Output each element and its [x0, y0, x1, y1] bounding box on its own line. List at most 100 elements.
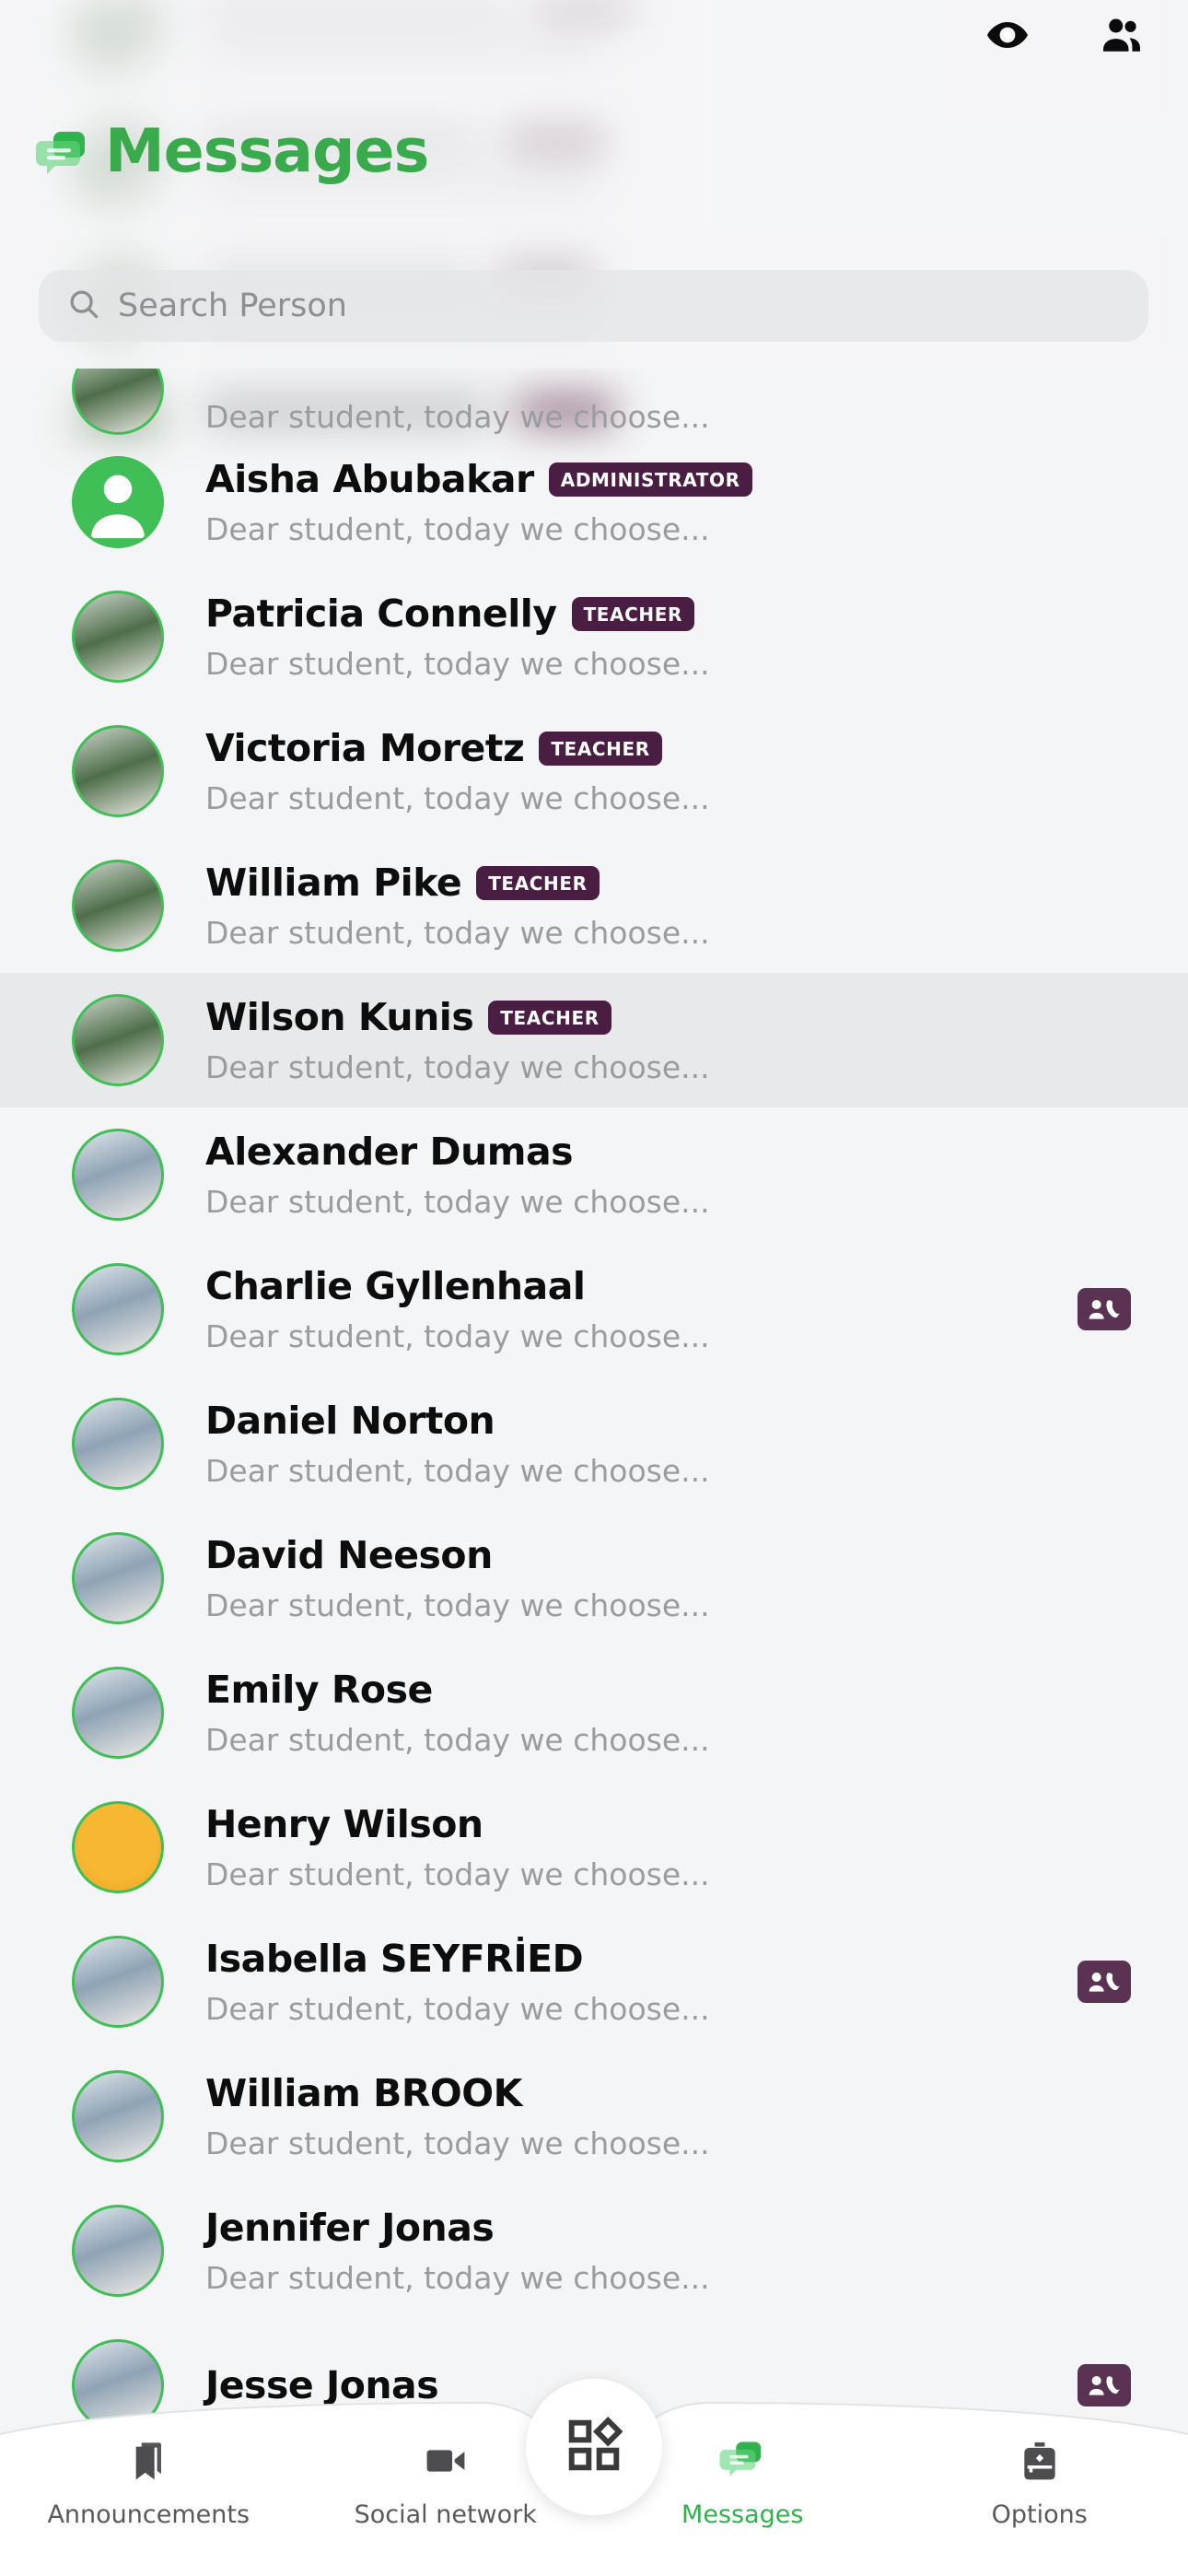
contact-name: Wilson Kunis	[205, 995, 474, 1039]
name-line: William BROOK	[205, 2071, 1188, 2115]
avatar	[72, 591, 164, 683]
conversation-text: Aisha Abubakar ADMINISTRATOR Dear student,…	[205, 457, 1188, 547]
conversation-row[interactable]: Emily Rose Dear student, today we choose.…	[0, 1645, 1188, 1780]
name-line: Patricia Connelly TEACHER	[205, 591, 1188, 636]
avatar	[72, 369, 164, 435]
message-preview: Dear student, today we choose...	[205, 1856, 710, 1892]
role-badge: TEACHER	[539, 731, 662, 766]
contact-name: Alexander Dumas	[205, 1130, 574, 1174]
name-line: Aisha Abubakar ADMINISTRATOR	[205, 457, 1188, 501]
conversation-row[interactable]: Isabella SEYFRİED Dear student, today we …	[0, 1914, 1188, 2049]
conversation-row[interactable]: Charlie Gyllenhaal Dear student, today we…	[0, 1242, 1188, 1376]
page-title-text: Messages	[105, 117, 429, 186]
messages-screen: Dear student, today we choose... Aisha Ab…	[0, 0, 1188, 2576]
backpack-icon	[1017, 2432, 1063, 2484]
nav-label-options: Options	[991, 2500, 1088, 2529]
role-badge: TEACHER	[488, 1000, 611, 1035]
name-line: Charlie Gyllenhaal	[205, 1264, 1188, 1308]
message-preview: Dear student, today we choose...	[205, 2260, 710, 2296]
video-camera-icon	[423, 2432, 469, 2484]
message-preview: Dear student, today we choose...	[205, 915, 710, 951]
search-icon	[66, 287, 101, 326]
conversation-list[interactable]: Dear student, today we choose... Aisha Ab…	[0, 369, 1188, 2431]
nav-label-social-network: Social network	[354, 2500, 537, 2529]
conversation-text: Henry Wilson Dear student, today we choos…	[205, 1802, 1188, 1892]
message-preview: Dear student, today we choose...	[205, 1318, 710, 1354]
conversation-text: Jennifer Jonas Dear student, today we cho…	[205, 2206, 1188, 2296]
message-preview: Dear student, today we choose...	[205, 646, 710, 682]
message-preview: Dear student, today we choose...	[205, 1991, 710, 2027]
contact-name: Jennifer Jonas	[205, 2206, 495, 2250]
avatar	[72, 1801, 164, 1893]
avatar	[72, 1263, 164, 1355]
conversation-text: Dear student, today we choose...	[205, 389, 1188, 435]
contact-name: Patricia Connelly	[205, 591, 557, 636]
conversation-text: Emily Rose Dear student, today we choose.…	[205, 1668, 1188, 1758]
contact-name: Emily Rose	[205, 1668, 433, 1712]
contact-name: Victoria Moretz	[205, 726, 525, 770]
nav-item-announcements[interactable]: Announcements	[0, 2432, 297, 2529]
conversation-row[interactable]: Henry Wilson Dear student, today we choos…	[0, 1780, 1188, 1914]
conversation-row[interactable]: William Pike TEACHER Dear student, today w…	[0, 838, 1188, 973]
conversation-text: Charlie Gyllenhaal Dear student, today we…	[205, 1264, 1188, 1354]
conversation-text: Daniel Norton Dear student, today we choo…	[205, 1399, 1188, 1489]
conversation-row[interactable]: William BROOK Dear student, today we choo…	[0, 2049, 1188, 2184]
name-line: Isabella SEYFRİED	[205, 1937, 1188, 1981]
contact-name: Aisha Abubakar	[205, 457, 534, 501]
apps-grid-icon	[565, 2416, 623, 2478]
conversation-row[interactable]: Aisha Abubakar ADMINISTRATOR Dear student,…	[0, 435, 1188, 569]
conversation-row[interactable]: Patricia Connelly TEACHER Dear student, to…	[0, 569, 1188, 704]
bookmark-icon	[125, 2432, 171, 2484]
conversation-row[interactable]: Daniel Norton Dear student, today we choo…	[0, 1376, 1188, 1511]
conversation-text: Patricia Connelly TEACHER Dear student, to…	[205, 591, 1188, 682]
conversation-text: Victoria Moretz TEACHER Dear student, toda…	[205, 726, 1188, 816]
header-actions	[980, 7, 1149, 63]
avatar	[72, 2070, 164, 2162]
contact-card-icon[interactable]	[1077, 1288, 1131, 1330]
name-line: Wilson Kunis TEACHER	[205, 995, 1188, 1039]
contact-name: Henry Wilson	[205, 1802, 483, 1846]
people-group-icon[interactable]	[1094, 7, 1149, 63]
chat-bubbles-icon	[717, 2432, 767, 2484]
conversation-text: Alexander Dumas Dear student, today we ch…	[205, 1130, 1188, 1220]
avatar	[72, 725, 164, 817]
message-preview: Dear student, today we choose...	[205, 1453, 710, 1489]
page-header: Messages Search Person	[0, 0, 1188, 369]
name-line: Henry Wilson	[205, 1802, 1188, 1846]
conversation-row[interactable]: Jennifer Jonas Dear student, today we cho…	[0, 2184, 1188, 2318]
avatar	[72, 1398, 164, 1490]
name-line: William Pike TEACHER	[205, 861, 1188, 905]
message-preview: Dear student, today we choose...	[205, 1587, 710, 1623]
chat-bubbles-icon	[33, 123, 92, 181]
message-preview: Dear student, today we choose...	[205, 1049, 710, 1085]
avatar	[72, 456, 164, 548]
conversation-text: William BROOK Dear student, today we choo…	[205, 2071, 1188, 2161]
conversation-row[interactable]: Victoria Moretz TEACHER Dear student, toda…	[0, 704, 1188, 838]
search-input[interactable]: Search Person	[39, 270, 1148, 342]
conversation-row[interactable]: David Neeson Dear student, today we choos…	[0, 1511, 1188, 1645]
conversation-text: Wilson Kunis TEACHER Dear student, today w…	[205, 995, 1188, 1085]
contact-name: Isabella SEYFRİED	[205, 1937, 584, 1981]
bottom-navigation: Announcements Social network Messages Op…	[0, 2373, 1188, 2576]
contact-card-icon[interactable]	[1077, 1961, 1131, 2003]
avatar	[72, 1936, 164, 2028]
message-preview: Dear student, today we choose...	[205, 780, 710, 816]
role-badge: TEACHER	[476, 865, 600, 900]
conversation-row[interactable]: Dear student, today we choose...	[0, 369, 1188, 435]
nav-item-options[interactable]: Options	[891, 2432, 1188, 2529]
conversation-row[interactable]: Alexander Dumas Dear student, today we ch…	[0, 1107, 1188, 1242]
name-line: David Neeson	[205, 1533, 1188, 1577]
role-badge: ADMINISTRATOR	[548, 462, 752, 497]
message-preview: Dear student, today we choose...	[205, 2125, 710, 2161]
avatar	[72, 860, 164, 952]
message-preview: Dear student, today we choose...	[205, 511, 710, 547]
conversation-row[interactable]: Wilson Kunis TEACHER Dear student, today w…	[0, 973, 1188, 1107]
apps-grid-button[interactable]	[526, 2379, 662, 2515]
avatar	[72, 1129, 164, 1221]
contact-name: William BROOK	[205, 2071, 522, 2115]
contact-name: David Neeson	[205, 1533, 493, 1577]
role-badge: TEACHER	[571, 596, 695, 631]
avatar	[72, 994, 164, 1086]
eye-icon[interactable]	[980, 7, 1035, 63]
search-placeholder: Search Person	[118, 287, 347, 324]
